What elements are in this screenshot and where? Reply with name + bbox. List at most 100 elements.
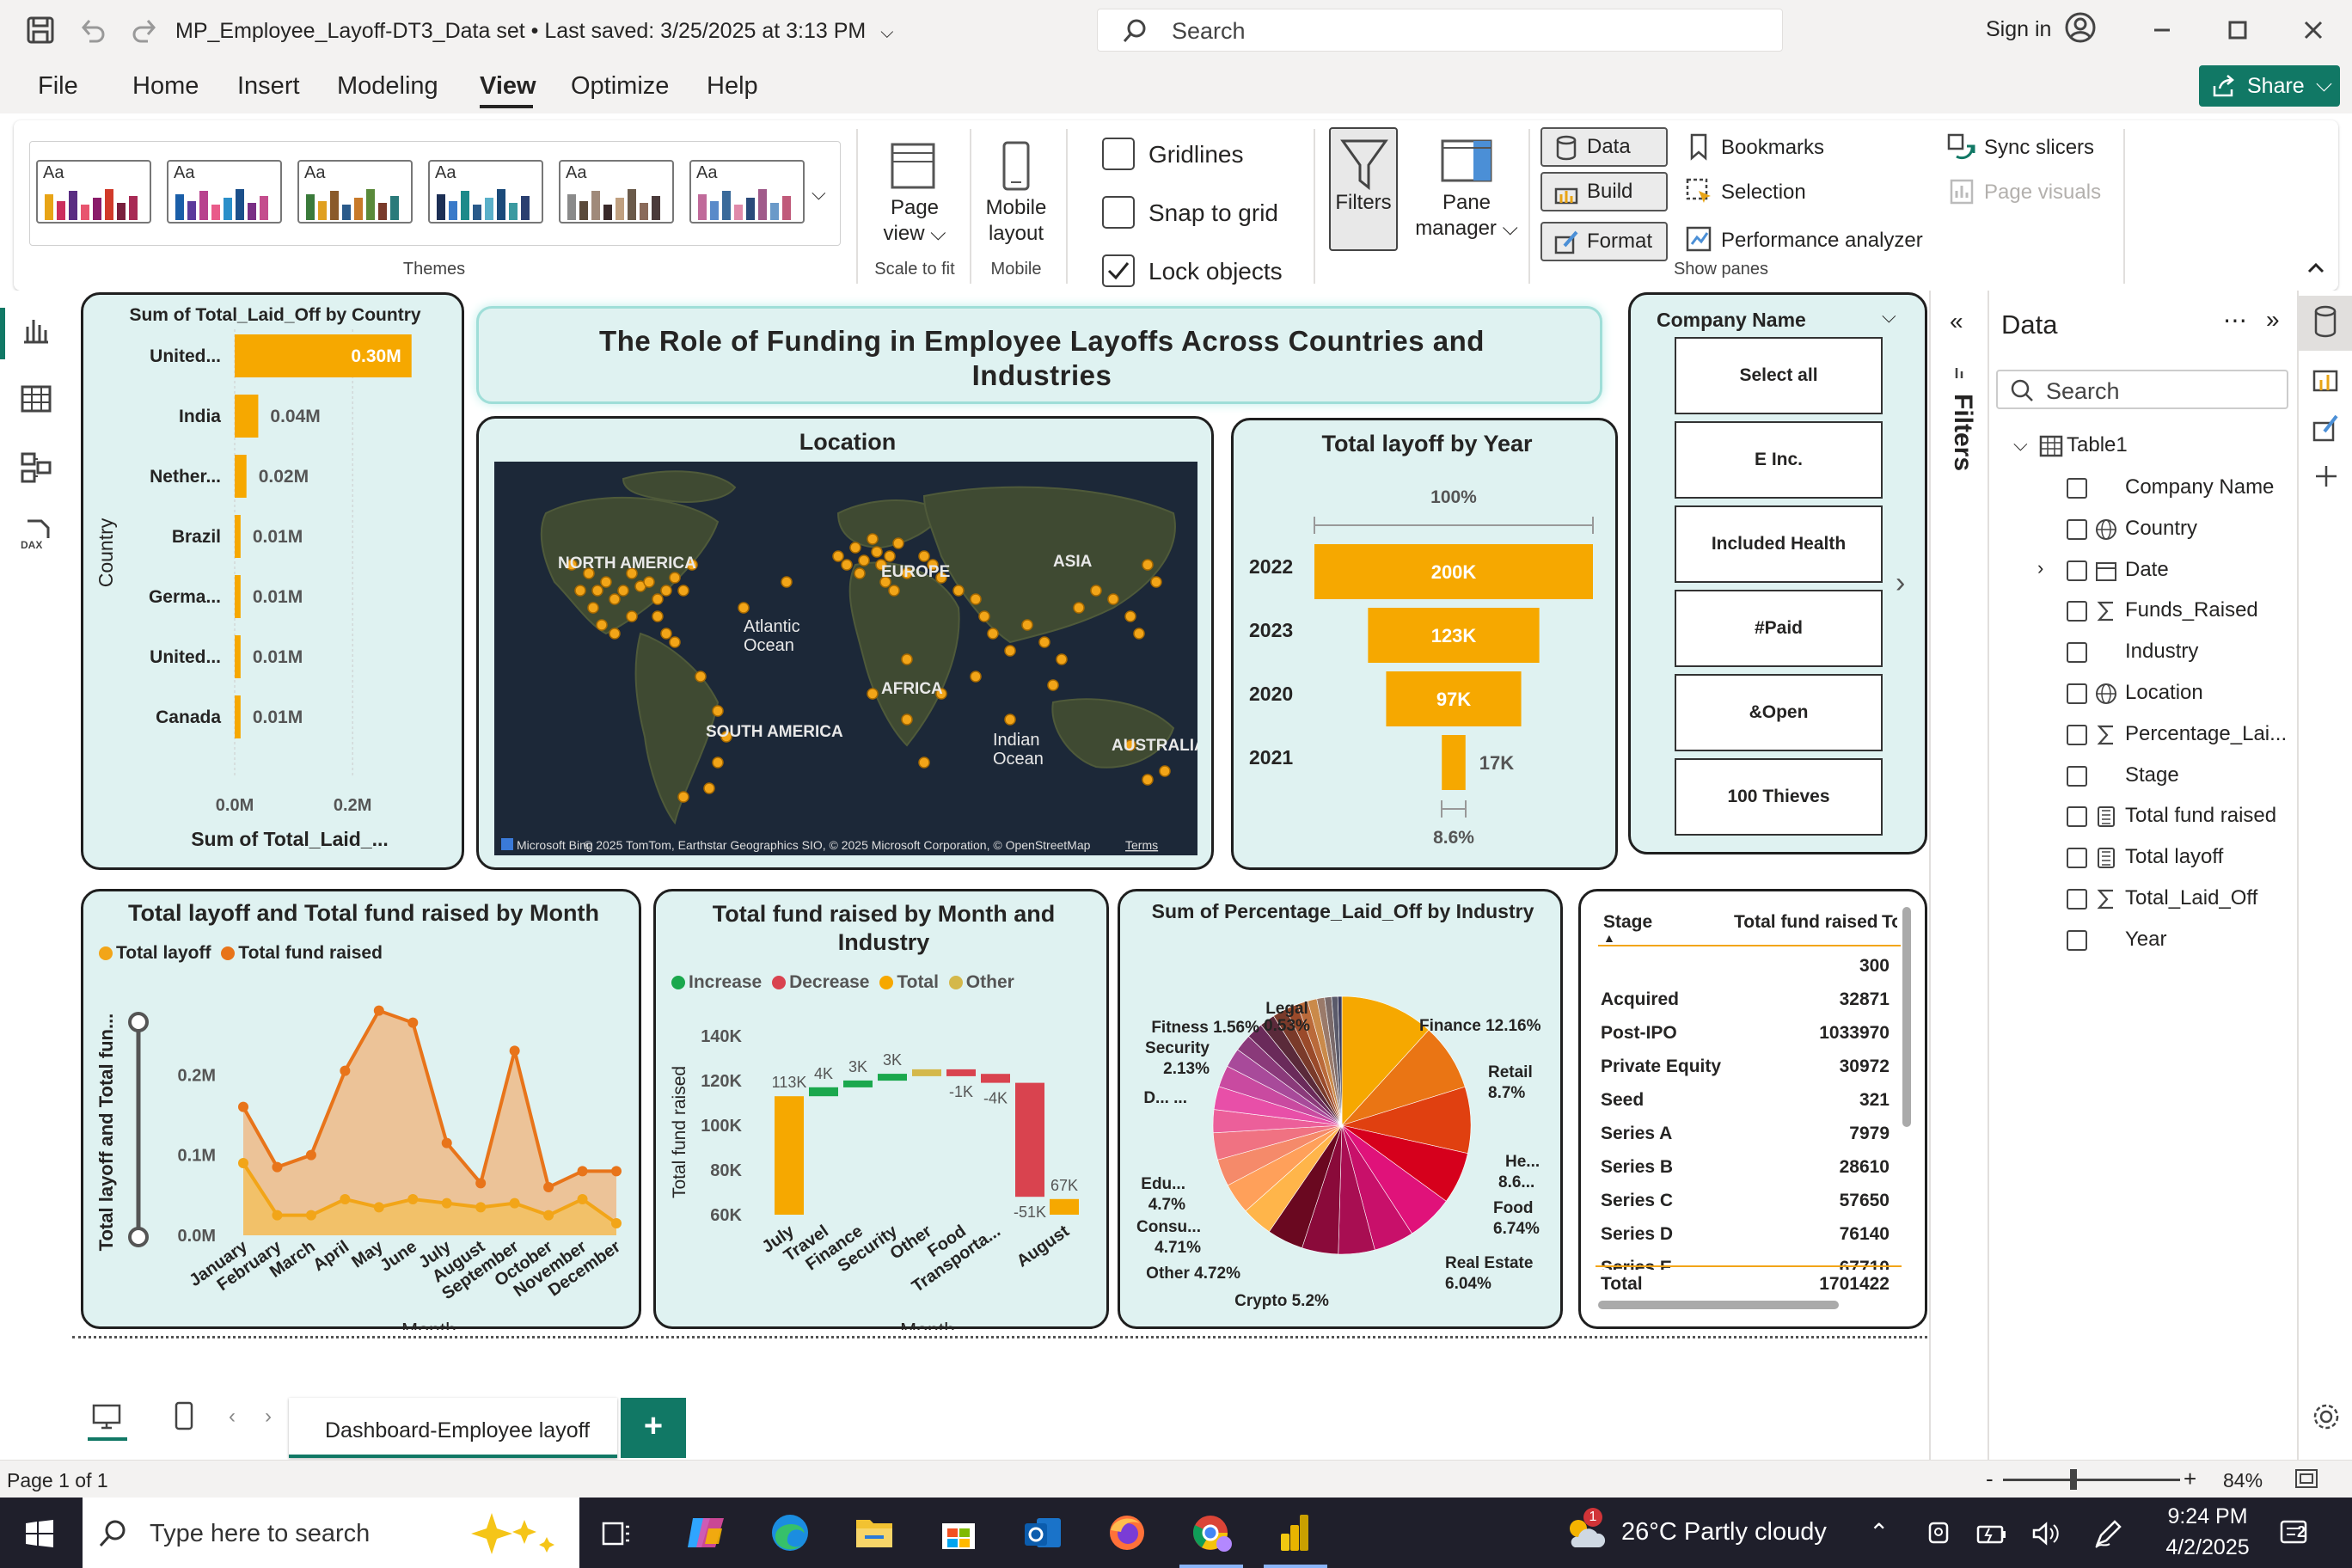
mobile-view-icon[interactable] — [174, 1401, 194, 1430]
file-title-group[interactable]: MP_Employee_Layoff-DT3_Data set • Last s… — [175, 19, 893, 44]
close-icon[interactable] — [2300, 17, 2326, 43]
field-item[interactable]: Total_Laid_Off — [2067, 885, 2307, 916]
snap-to-grid-checkbox[interactable] — [1102, 196, 1135, 229]
table-row[interactable]: Seed 321 — [1601, 1083, 1898, 1116]
file-explorer-icon[interactable] — [853, 1513, 896, 1553]
copilot-app-icon[interactable] — [684, 1513, 727, 1553]
table-view-icon[interactable] — [19, 382, 53, 416]
field-checkbox[interactable] — [2067, 806, 2087, 828]
field-checkbox[interactable] — [2067, 848, 2087, 869]
lock-objects-checkbox[interactable] — [1102, 254, 1135, 287]
field-item[interactable]: Total layoff — [2067, 844, 2307, 875]
menu-modeling[interactable]: Modeling — [337, 72, 438, 101]
table-row[interactable]: Private Equity 30972 — [1601, 1050, 1898, 1082]
sign-in-link[interactable]: Sign in — [1986, 17, 2051, 42]
slicer-item[interactable]: &Open — [1675, 674, 1883, 751]
performance-analyzer-button[interactable]: Performance analyzer — [1721, 229, 1923, 253]
field-item[interactable]: Company Name — [2067, 475, 2307, 505]
meet-now-icon[interactable] — [1926, 1520, 1951, 1547]
chrome-icon[interactable] — [1190, 1513, 1233, 1553]
field-checkbox[interactable] — [2067, 601, 2087, 622]
field-checkbox[interactable] — [2067, 929, 2087, 951]
country-bar-chart-card[interactable]: Sum of Total_Laid_Off by Country United.… — [81, 292, 464, 870]
next-page-icon[interactable]: › — [265, 1405, 272, 1429]
collapse-ribbon-icon[interactable] — [2304, 256, 2328, 280]
windows-start-icon[interactable] — [24, 1518, 55, 1549]
industry-pie-chart-card[interactable]: Sum of Percentage_Laid_Off by Industry F… — [1118, 889, 1563, 1329]
edge-browser-icon[interactable] — [769, 1513, 812, 1553]
outlook-icon[interactable] — [1021, 1513, 1064, 1553]
mobile-layout-button[interactable]: Mobile layout — [973, 134, 1059, 254]
slicer-chevron-down-icon[interactable]: ⌵ — [1882, 305, 1896, 328]
expand-field-chevron-icon[interactable]: › — [2037, 557, 2043, 579]
volume-icon[interactable] — [2030, 1520, 2061, 1547]
field-item[interactable]: Total fund raised — [2067, 803, 2307, 834]
zoom-in-button[interactable]: + — [2184, 1466, 2196, 1492]
data-pane-icon[interactable] — [2312, 304, 2338, 339]
bookmarks-button[interactable]: Bookmarks — [1721, 136, 1824, 160]
page-view-button[interactable]: Page view ⌵ — [870, 134, 959, 254]
field-item[interactable]: Funds_Raised — [2067, 597, 2307, 628]
field-item[interactable]: Date › — [2037, 557, 2307, 588]
table-row[interactable]: 300 — [1601, 949, 1898, 982]
menu-insert[interactable]: Insert — [237, 72, 300, 101]
dax-query-icon[interactable]: DAX — [19, 518, 53, 552]
table-horizontal-scrollbar[interactable] — [1598, 1301, 1839, 1309]
clock-date[interactable]: 4/2/2025 — [2153, 1535, 2263, 1560]
filters-pane-button[interactable]: Filters — [1329, 127, 1398, 251]
slicer-item[interactable]: Select all — [1675, 337, 1883, 414]
field-checkbox[interactable] — [2067, 724, 2087, 745]
menu-file[interactable]: File — [38, 72, 78, 101]
minimize-icon[interactable] — [2149, 17, 2175, 43]
table-vertical-scrollbar[interactable] — [1902, 907, 1911, 1127]
location-map-card[interactable]: Location NORTH AMERICA EUROPE ASIA Atlantic… — [476, 416, 1214, 870]
build-pane-icon[interactable] — [2311, 359, 2340, 394]
field-checkbox[interactable] — [2067, 683, 2087, 704]
slicer-item[interactable]: Included Health — [1675, 505, 1883, 583]
table-row[interactable]: Series C 57650 — [1601, 1184, 1898, 1216]
add-pane-icon[interactable] — [2312, 462, 2340, 490]
menu-home[interactable]: Home — [132, 72, 199, 101]
settings-gear-icon[interactable] — [2311, 1401, 2342, 1432]
field-item[interactable]: Industry — [2067, 639, 2307, 670]
menu-view[interactable]: View — [480, 72, 536, 101]
data-pane-button[interactable]: Data — [1540, 127, 1668, 167]
collapse-table-chevron-icon[interactable]: ⌵ — [2013, 433, 2028, 456]
pane-manager-button[interactable]: Pane manager ⌵ — [1406, 134, 1527, 254]
maximize-icon[interactable] — [2225, 17, 2251, 43]
table-header-layoff[interactable]: To — [1882, 912, 1897, 933]
zoom-out-button[interactable]: - — [1986, 1466, 1994, 1492]
firefox-icon[interactable] — [1106, 1513, 1148, 1553]
data-search-input[interactable]: Search — [1996, 370, 2288, 409]
field-item[interactable]: Stage — [2067, 763, 2307, 793]
zoom-slider-track[interactable] — [2003, 1479, 2180, 1481]
format-pane-button[interactable]: Format — [1540, 222, 1668, 261]
model-view-icon[interactable] — [19, 450, 53, 485]
pen-icon[interactable] — [2092, 1518, 2123, 1549]
title-card[interactable]: The Role of Funding in Employee Layoffs … — [476, 306, 1602, 404]
prev-page-icon[interactable]: ‹ — [229, 1405, 236, 1429]
field-checkbox[interactable] — [2067, 560, 2087, 581]
year-funnel-card[interactable]: Total layoff by Year 100% 2022 200K 2023 123… — [1231, 418, 1618, 870]
chevron-down-icon[interactable]: ⌵ — [880, 23, 893, 42]
field-item[interactable]: Location — [2067, 680, 2307, 711]
task-view-icon[interactable] — [600, 1518, 633, 1549]
collapse-pane-icon[interactable]: » — [2266, 306, 2280, 334]
add-page-button[interactable]: + — [621, 1398, 686, 1458]
field-checkbox[interactable] — [2067, 478, 2087, 499]
taskbar-search-box[interactable]: Type here to search — [83, 1498, 579, 1568]
field-item[interactable]: Country — [2067, 516, 2307, 547]
show-hidden-icons-icon[interactable]: ⌃ — [1869, 1518, 1889, 1547]
report-view-icon[interactable] — [19, 313, 53, 347]
page-tab-dashboard[interactable]: Dashboard-Employee layoff — [289, 1398, 617, 1458]
table-header-fund[interactable]: Total fund raised — [1734, 912, 1878, 933]
clock-time[interactable]: 9:24 PM — [2159, 1504, 2256, 1529]
search-box[interactable]: Search — [1097, 9, 1783, 52]
table-row[interactable]: Series A 7979 — [1601, 1117, 1898, 1149]
power-bi-icon[interactable] — [1277, 1511, 1312, 1554]
field-item[interactable]: Year — [2067, 927, 2307, 958]
field-checkbox[interactable] — [2067, 765, 2087, 787]
table-row[interactable]: Post-IPO 1033970 — [1601, 1016, 1898, 1049]
desktop-view-icon[interactable] — [91, 1403, 122, 1430]
slicer-next-icon[interactable]: › — [1896, 567, 1905, 600]
